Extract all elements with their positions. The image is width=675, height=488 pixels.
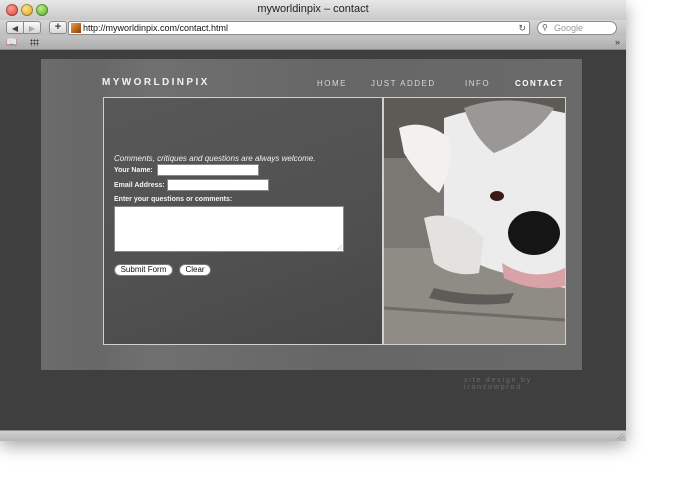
- nav-info[interactable]: INFO: [465, 79, 490, 88]
- nav-just-added[interactable]: JUST ADDED: [371, 79, 436, 88]
- title-bar: myworldinpix – contact: [0, 0, 626, 21]
- browser-toolbar: ◀ ▶ + http://myworldinpix.com/contact.ht…: [0, 20, 626, 36]
- dog-photo: [383, 97, 566, 345]
- search-placeholder: Google: [554, 23, 584, 33]
- comments-textarea[interactable]: [114, 206, 344, 252]
- site-panel: MYWORLDINPIX HOME JUST ADDED INFO CONTAC…: [41, 59, 582, 391]
- bookmarks-bar: 📖 »: [0, 36, 626, 50]
- site-credit: site design by ironcowprod: [464, 377, 533, 391]
- browser-window: myworldinpix – contact ◀ ▶ + http://mywo…: [0, 0, 626, 441]
- url-text[interactable]: http://myworldinpix.com/contact.html: [83, 22, 228, 34]
- name-label: Your Name:: [114, 167, 153, 174]
- window-resize-grip-icon[interactable]: [617, 433, 624, 440]
- form-intro-text: Comments, critiques and questions are al…: [114, 154, 316, 163]
- address-bar[interactable]: http://myworldinpix.com/contact.html ↻: [68, 21, 530, 35]
- page-viewport: MYWORLDINPIX HOME JUST ADDED INFO CONTAC…: [0, 50, 626, 430]
- reload-icon[interactable]: ↻: [518, 22, 526, 34]
- status-bar: [0, 430, 626, 441]
- clear-button[interactable]: Clear: [179, 264, 211, 276]
- window-title: myworldinpix – contact: [257, 3, 369, 15]
- add-bookmark-button[interactable]: +: [49, 21, 67, 34]
- site-logo[interactable]: MYWORLDINPIX: [102, 77, 210, 88]
- name-input[interactable]: [157, 164, 259, 176]
- more-bookmarks-chevron-icon[interactable]: »: [615, 36, 620, 49]
- search-field[interactable]: ⚲ Google: [537, 21, 617, 35]
- back-button[interactable]: ◀: [6, 21, 24, 34]
- email-input[interactable]: [167, 179, 269, 191]
- bookmarks-book-icon[interactable]: 📖: [6, 36, 17, 49]
- comments-label: Enter your questions or comments:: [114, 196, 233, 203]
- search-icon: ⚲: [542, 23, 548, 32]
- email-label: Email Address:: [114, 182, 165, 189]
- submit-form-button[interactable]: Submit Form: [114, 264, 173, 276]
- site-favicon-icon: [71, 23, 81, 33]
- nav-contact[interactable]: CONTACT: [515, 79, 564, 88]
- dog-illustration-icon: [384, 98, 565, 344]
- contact-form: Comments, critiques and questions are al…: [103, 97, 383, 345]
- nav-home[interactable]: HOME: [317, 79, 347, 88]
- forward-button[interactable]: ▶: [23, 21, 41, 34]
- textarea-resize-icon[interactable]: [337, 245, 342, 250]
- top-sites-grid-icon[interactable]: [30, 39, 39, 46]
